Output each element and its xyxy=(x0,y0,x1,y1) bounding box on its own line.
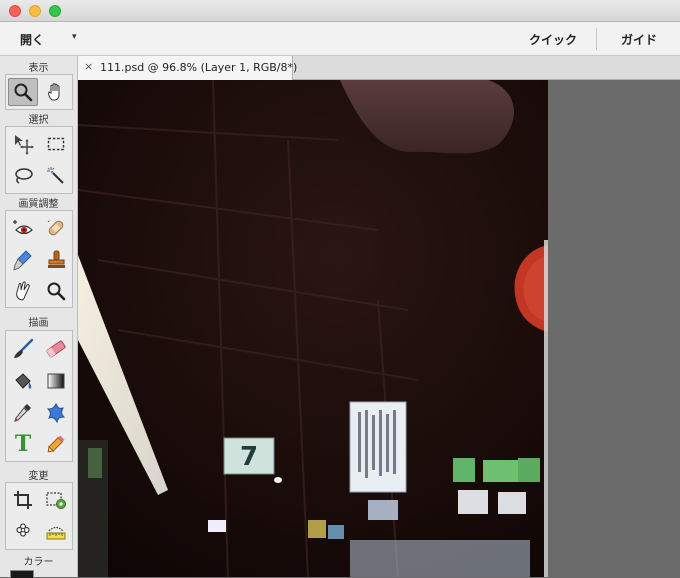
marquee-tool-button[interactable] xyxy=(41,130,71,158)
content-aware-move-tool-button[interactable] xyxy=(8,518,38,546)
clone-stamp-tool-button[interactable] xyxy=(41,246,71,274)
custom-shape-tool-button[interactable] xyxy=(41,399,71,427)
smudge-icon xyxy=(16,281,30,301)
clone-stamp-icon xyxy=(48,250,65,268)
tool-group-modify xyxy=(5,482,73,550)
healing-brush-icon xyxy=(47,219,64,236)
section-label-view: 表示 xyxy=(28,63,49,74)
chevron-down-icon[interactable]: ▾ xyxy=(72,32,77,42)
lasso-icon xyxy=(15,168,33,184)
straighten-tool-button[interactable] xyxy=(41,518,71,546)
custom-shape-icon xyxy=(46,402,66,424)
pencil-icon xyxy=(47,435,65,453)
tool-group-view xyxy=(5,74,73,110)
smart-brush-icon xyxy=(13,250,32,271)
hand-tool-button[interactable] xyxy=(41,78,71,106)
smart-brush-tool-button[interactable] xyxy=(8,246,38,274)
mode-divider xyxy=(596,28,597,50)
crop-icon xyxy=(14,491,32,509)
lasso-tool-button[interactable] xyxy=(8,162,38,190)
window-titlebar xyxy=(0,0,680,22)
top-menubar: 開く ▾ クイック ガイド xyxy=(0,22,680,56)
magic-wand-icon xyxy=(47,167,64,184)
crop-tool-button[interactable] xyxy=(8,486,38,514)
zoom-icon xyxy=(14,83,33,102)
brush-icon xyxy=(14,338,34,358)
window-minimize-button[interactable] xyxy=(29,5,41,17)
eraser-tool-button[interactable] xyxy=(41,335,71,363)
document-tab-title: 111.psd @ 96.8% (Layer 1, RGB/8*) xyxy=(100,61,298,74)
paint-bucket-tool-button[interactable] xyxy=(8,367,38,395)
document-tab-bar: × 111.psd @ 96.8% (Layer 1, RGB/8*) xyxy=(78,56,680,80)
magic-wand-tool-button[interactable] xyxy=(41,162,71,190)
document-image: 7 xyxy=(78,80,548,577)
toolbox-panel: 表示 選択 画質調整 描画 T 変更 カラー xyxy=(0,56,78,578)
sponge-icon xyxy=(47,282,66,301)
tool-group-enhance xyxy=(5,210,73,308)
section-label-draw: 描画 xyxy=(28,318,49,329)
mode-quick-tab[interactable]: クイック xyxy=(529,31,577,48)
move-icon xyxy=(15,135,34,155)
eraser-icon xyxy=(46,340,66,358)
red-eye-icon xyxy=(13,220,33,235)
open-menu-button[interactable]: 開く xyxy=(20,31,44,48)
move-tool-button[interactable] xyxy=(8,130,38,158)
tool-group-select xyxy=(5,126,73,194)
straighten-icon xyxy=(46,526,66,540)
pencil-tool-button[interactable] xyxy=(41,430,71,458)
window-close-button[interactable] xyxy=(9,5,21,17)
marquee-icon xyxy=(47,137,65,151)
eyedropper-icon xyxy=(14,404,31,422)
sponge-tool-button[interactable] xyxy=(41,277,71,305)
gradient-icon xyxy=(47,373,65,389)
canvas-area[interactable]: 7 xyxy=(78,80,680,577)
paint-bucket-icon xyxy=(15,373,32,389)
mode-guide-tab[interactable]: ガイド xyxy=(621,31,657,48)
red-eye-tool-button[interactable] xyxy=(8,214,38,242)
section-label-modify: 変更 xyxy=(28,471,49,482)
section-label-select: 選択 xyxy=(28,115,49,126)
healing-brush-tool-button[interactable] xyxy=(41,214,71,242)
zoom-tool-button[interactable] xyxy=(8,78,38,106)
content-aware-move-icon xyxy=(16,523,30,537)
close-icon[interactable]: × xyxy=(84,60,93,73)
hand-icon xyxy=(48,83,60,101)
smudge-tool-button[interactable] xyxy=(8,277,38,305)
document-tab[interactable]: × 111.psd @ 96.8% (Layer 1, RGB/8*) xyxy=(78,56,297,80)
recompose-tool-button[interactable] xyxy=(41,486,71,514)
recompose-icon xyxy=(46,492,66,509)
platform-sign-number: 7 xyxy=(240,442,258,472)
brush-tool-button[interactable] xyxy=(8,335,38,363)
text-icon: T xyxy=(14,431,32,457)
section-label-enhance: 画質調整 xyxy=(18,199,59,210)
gradient-tool-button[interactable] xyxy=(41,367,71,395)
text-tool-button[interactable]: T xyxy=(8,430,38,458)
eyedropper-tool-button[interactable] xyxy=(8,399,38,427)
section-label-color: カラー xyxy=(23,557,54,568)
window-zoom-button[interactable] xyxy=(49,5,61,17)
tool-group-draw: T xyxy=(5,330,73,462)
